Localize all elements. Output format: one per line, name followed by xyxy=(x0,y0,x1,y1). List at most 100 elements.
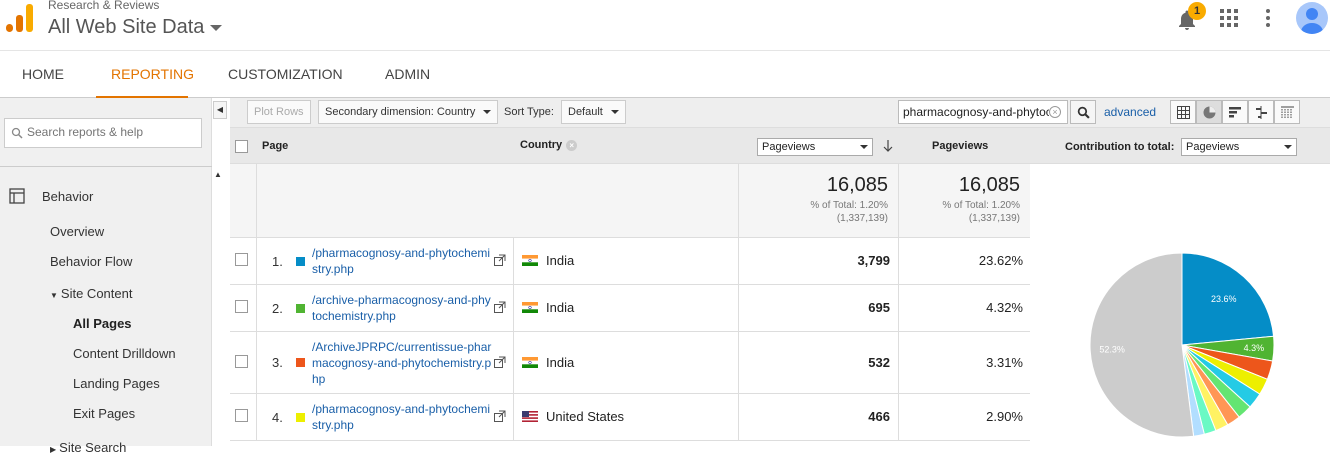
column-header-label: Country xyxy=(520,139,563,151)
metric-select[interactable]: Pageviews xyxy=(757,138,873,156)
page-link[interactable]: /pharmacognosy-and-phytochemistry.php xyxy=(312,245,492,277)
india-flag-icon xyxy=(522,302,538,313)
row-number: 4. xyxy=(272,410,283,425)
column-header-page[interactable]: Page xyxy=(262,140,288,152)
plot-rows-button[interactable]: Plot Rows xyxy=(247,100,311,124)
more-vert-icon[interactable] xyxy=(1266,9,1270,27)
country-name: United States xyxy=(546,409,625,424)
analytics-logo-icon[interactable] xyxy=(6,4,36,32)
chevron-down-icon xyxy=(860,145,868,149)
row-number: 1. xyxy=(272,254,283,269)
india-flag-icon xyxy=(522,255,538,266)
table-filter[interactable]: × xyxy=(898,100,1068,124)
comparison-view-button[interactable] xyxy=(1248,100,1274,124)
total-percent: % of Total: 1.20% xyxy=(810,200,888,211)
column-header-pageviews[interactable]: Pageviews xyxy=(932,140,988,152)
secondary-dimension-select[interactable]: Secondary dimension: Country xyxy=(318,100,499,124)
total-grand: (1,337,139) xyxy=(836,213,888,224)
percent-value: 2.90% xyxy=(986,409,1023,424)
sidebar: Behavior Overview Behavior Flow ▼Site Co… xyxy=(0,98,212,455)
sidebar-item-content-drilldown[interactable]: Content Drilldown xyxy=(73,346,176,361)
pie-label-first: 23.6% xyxy=(1211,294,1237,304)
sidebar-item-overview[interactable]: Overview xyxy=(50,224,104,239)
contribution-pie-chart[interactable]: 23.6% 4.3% 52.3% xyxy=(1030,164,1330,446)
remove-dimension-icon[interactable]: × xyxy=(566,139,578,151)
cell-divider xyxy=(256,285,257,332)
totals-metric-cell: 16,085 % of Total: 1.20% (1,337,139) xyxy=(738,164,898,238)
pie-chart-icon xyxy=(1203,106,1216,119)
sidebar-item-label: Site Content xyxy=(60,286,133,301)
row-color-swatch xyxy=(296,304,305,313)
external-link-icon[interactable] xyxy=(494,301,506,313)
tab-customization[interactable]: CUSTOMIZATION xyxy=(228,51,343,98)
sidebar-item-site-search[interactable]: ▶ Site Search xyxy=(50,440,126,455)
row-color-swatch xyxy=(296,413,305,422)
search-button[interactable] xyxy=(1070,100,1096,124)
pie-label-second: 4.3% xyxy=(1244,343,1265,353)
sidebar-scroll-up-icon[interactable]: ▲ xyxy=(214,170,222,179)
external-link-icon[interactable] xyxy=(494,254,506,266)
contribution-label: Contribution to total: xyxy=(1065,141,1175,153)
search-input[interactable] xyxy=(27,125,197,139)
tab-admin[interactable]: ADMIN xyxy=(385,51,430,98)
pivot-view-button[interactable] xyxy=(1274,100,1300,124)
total-value: 16,085 xyxy=(958,174,1020,196)
sort-type-select[interactable]: Default xyxy=(561,100,626,124)
advanced-filter-link[interactable]: advanced xyxy=(1104,105,1156,119)
apps-grid-icon[interactable] xyxy=(1220,9,1238,27)
cell-divider xyxy=(256,238,257,285)
property-selector[interactable]: All Web Site Data xyxy=(48,16,223,39)
sidebar-search[interactable] xyxy=(4,118,202,148)
pie-view-button[interactable] xyxy=(1196,100,1222,124)
chevron-down-icon xyxy=(483,110,492,115)
row-number: 2. xyxy=(272,301,283,316)
account-name[interactable]: Research & Reviews xyxy=(48,0,159,12)
external-link-icon[interactable] xyxy=(494,356,506,368)
sidebar-item-all-pages[interactable]: All Pages xyxy=(73,316,132,331)
column-header-country[interactable]: Country × xyxy=(520,139,578,151)
page-link[interactable]: /ArchiveJPRPC/currentissue-pharmacognosy… xyxy=(312,339,492,387)
page-link[interactable]: /archive-pharmacognosy-and-phytochemistr… xyxy=(312,292,492,324)
search-icon xyxy=(11,127,23,139)
row-checkbox[interactable] xyxy=(235,253,248,266)
avatar[interactable] xyxy=(1296,2,1328,34)
total-value: 16,085 xyxy=(826,174,888,196)
page-link[interactable]: /pharmacognosy-and-phytochemistry.php xyxy=(312,401,492,433)
comparison-icon xyxy=(1256,106,1267,119)
india-flag-icon xyxy=(522,357,538,368)
clear-filter-icon[interactable]: × xyxy=(1049,106,1061,118)
total-grand: (1,337,139) xyxy=(968,213,1020,224)
property-name: All Web Site Data xyxy=(48,16,205,38)
table-row: 4. /pharmacognosy-and-phytochemistry.php… xyxy=(230,394,1031,441)
cell-divider xyxy=(513,285,514,332)
totals-pageviews-cell: 16,085 % of Total: 1.20% (1,337,139) xyxy=(898,164,1031,238)
collapse-sidebar-button[interactable]: ◀ xyxy=(213,101,227,119)
row-color-swatch xyxy=(296,358,305,367)
sidebar-section-behavior[interactable]: Behavior xyxy=(42,189,93,204)
sidebar-item-landing-pages[interactable]: Landing Pages xyxy=(73,376,160,391)
contribution-select[interactable]: Pageviews xyxy=(1181,138,1297,156)
country-name: India xyxy=(546,253,575,268)
row-number: 3. xyxy=(272,355,283,370)
tab-home[interactable]: HOME xyxy=(22,51,64,98)
sidebar-item-site-content[interactable]: ▼ Site Content xyxy=(50,286,132,301)
performance-view-button[interactable] xyxy=(1222,100,1248,124)
cell-divider xyxy=(256,394,257,441)
row-checkbox[interactable] xyxy=(235,300,248,313)
sidebar-item-exit-pages[interactable]: Exit Pages xyxy=(73,406,135,421)
external-link-icon[interactable] xyxy=(494,410,506,422)
sort-type-label: Sort Type: xyxy=(504,106,554,118)
sidebar-item-behavior-flow[interactable]: Behavior Flow xyxy=(50,254,132,269)
select-all-checkbox[interactable] xyxy=(235,140,248,153)
table-row: 2. /archive-pharmacognosy-and-phytochemi… xyxy=(230,285,1031,332)
totals-spacer xyxy=(256,164,738,238)
tab-reporting[interactable]: REPORTING xyxy=(96,51,194,98)
pageviews-value: 466 xyxy=(868,409,890,424)
notification-badge[interactable]: 1 xyxy=(1188,2,1206,20)
table-view-button[interactable] xyxy=(1170,100,1196,124)
pivot-icon xyxy=(1281,106,1294,119)
row-checkbox[interactable] xyxy=(235,409,248,422)
filter-input[interactable] xyxy=(903,105,1049,119)
row-checkbox[interactable] xyxy=(235,355,248,368)
sort-descending-icon[interactable] xyxy=(883,140,893,152)
